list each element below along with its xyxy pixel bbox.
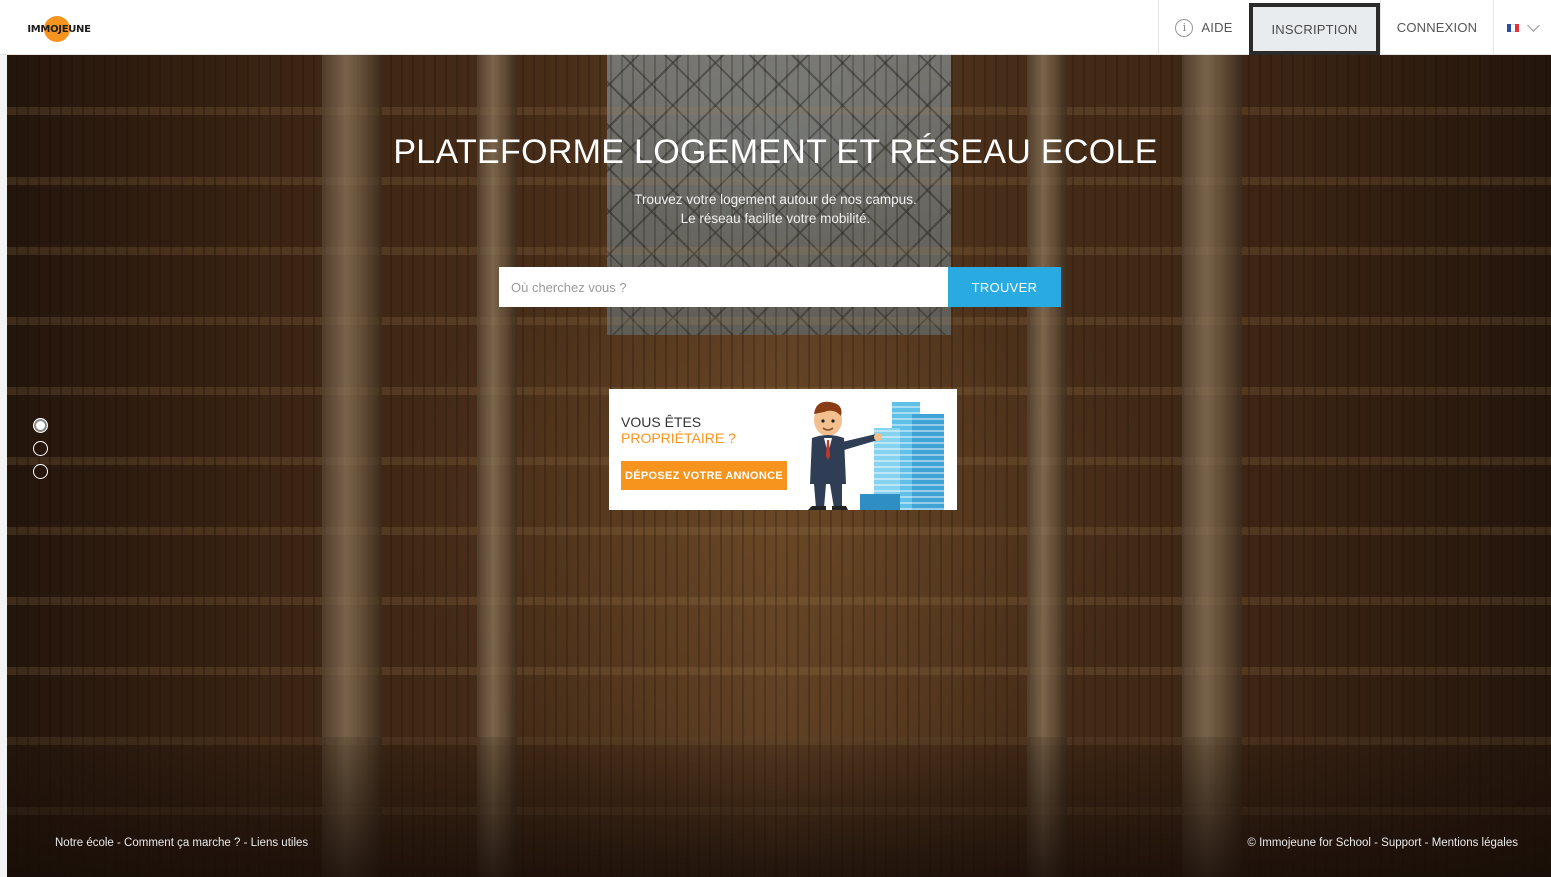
top-nav: i AIDE INSCRIPTION CONNEXION	[1158, 0, 1551, 55]
trouver-button[interactable]: TROUVER	[948, 267, 1061, 307]
top-header: IMMOJEUNE i AIDE INSCRIPTION CONNEXION	[0, 0, 1551, 55]
owner-card-line2: PROPRIÉTAIRE ?	[621, 430, 736, 446]
slider-dot[interactable]	[33, 418, 48, 433]
search-form: TROUVER	[499, 267, 1061, 307]
info-icon: i	[1175, 18, 1194, 37]
hero-title: PLATEFORME LOGEMENT ET RÉSEAU ECOLE	[393, 133, 1158, 171]
search-input[interactable]	[499, 267, 948, 307]
hero-section: PLATEFORME LOGEMENT ET RÉSEAU ECOLE Trou…	[7, 55, 1551, 877]
hero-subtitle-line2: Le réseau facilite votre mobilité.	[680, 211, 871, 226]
flag-fr-icon	[1507, 23, 1519, 32]
language-selector[interactable]	[1493, 0, 1551, 55]
hero-subtitle-line1: Trouvez votre logement autour de nos cam…	[634, 192, 917, 207]
nav-inscription-button[interactable]: INSCRIPTION	[1249, 3, 1380, 55]
slider-pagination	[33, 418, 48, 479]
footer-left-links: Notre école - Comment ça marche ? - Lien…	[55, 837, 308, 849]
nav-connexion-button[interactable]: CONNEXION	[1380, 0, 1493, 55]
footer-link-mentions-legales[interactable]: Mentions légales	[1432, 837, 1518, 849]
footer-separator: -	[113, 837, 125, 849]
chevron-down-icon	[1527, 18, 1540, 32]
logo-text: IMMOJEUNE	[27, 23, 91, 35]
nav-aide-label: AIDE	[1201, 20, 1233, 35]
slider-dot[interactable]	[33, 464, 48, 479]
nav-inscription-label: INSCRIPTION	[1271, 21, 1358, 37]
hero-subtitle: Trouvez votre logement autour de nos cam…	[7, 190, 1551, 228]
footer-link-liens-utiles[interactable]: Liens utiles	[251, 837, 309, 849]
footer-separator: -	[1421, 837, 1432, 849]
footer-copyright: © Immojeune for School	[1247, 837, 1371, 849]
owner-card-line1: VOUS ÊTES	[621, 414, 702, 430]
immojeune-logo[interactable]: IMMOJEUNE	[27, 16, 91, 42]
footer-separator: -	[1370, 837, 1382, 849]
footer-right-links: © Immojeune for School - Support - Menti…	[1247, 837, 1518, 849]
footer-link-comment-ca-marche[interactable]: Comment ça marche ?	[124, 837, 240, 849]
deposer-annonce-button[interactable]: DÉPOSEZ VOTRE ANNONCE	[621, 461, 787, 490]
footer-link-notre-ecole[interactable]: Notre école	[55, 837, 114, 849]
slider-dot[interactable]	[33, 441, 48, 456]
owner-promo-card: VOUS ÊTES PROPRIÉTAIRE ? DÉPOSEZ VOTRE A…	[609, 389, 957, 510]
nav-connexion-label: CONNEXION	[1396, 20, 1478, 35]
footer-link-support[interactable]: Support	[1381, 837, 1421, 849]
footer-separator: -	[240, 837, 251, 849]
businessman-buildings-illustration	[808, 401, 944, 510]
nav-aide[interactable]: i AIDE	[1158, 0, 1249, 55]
